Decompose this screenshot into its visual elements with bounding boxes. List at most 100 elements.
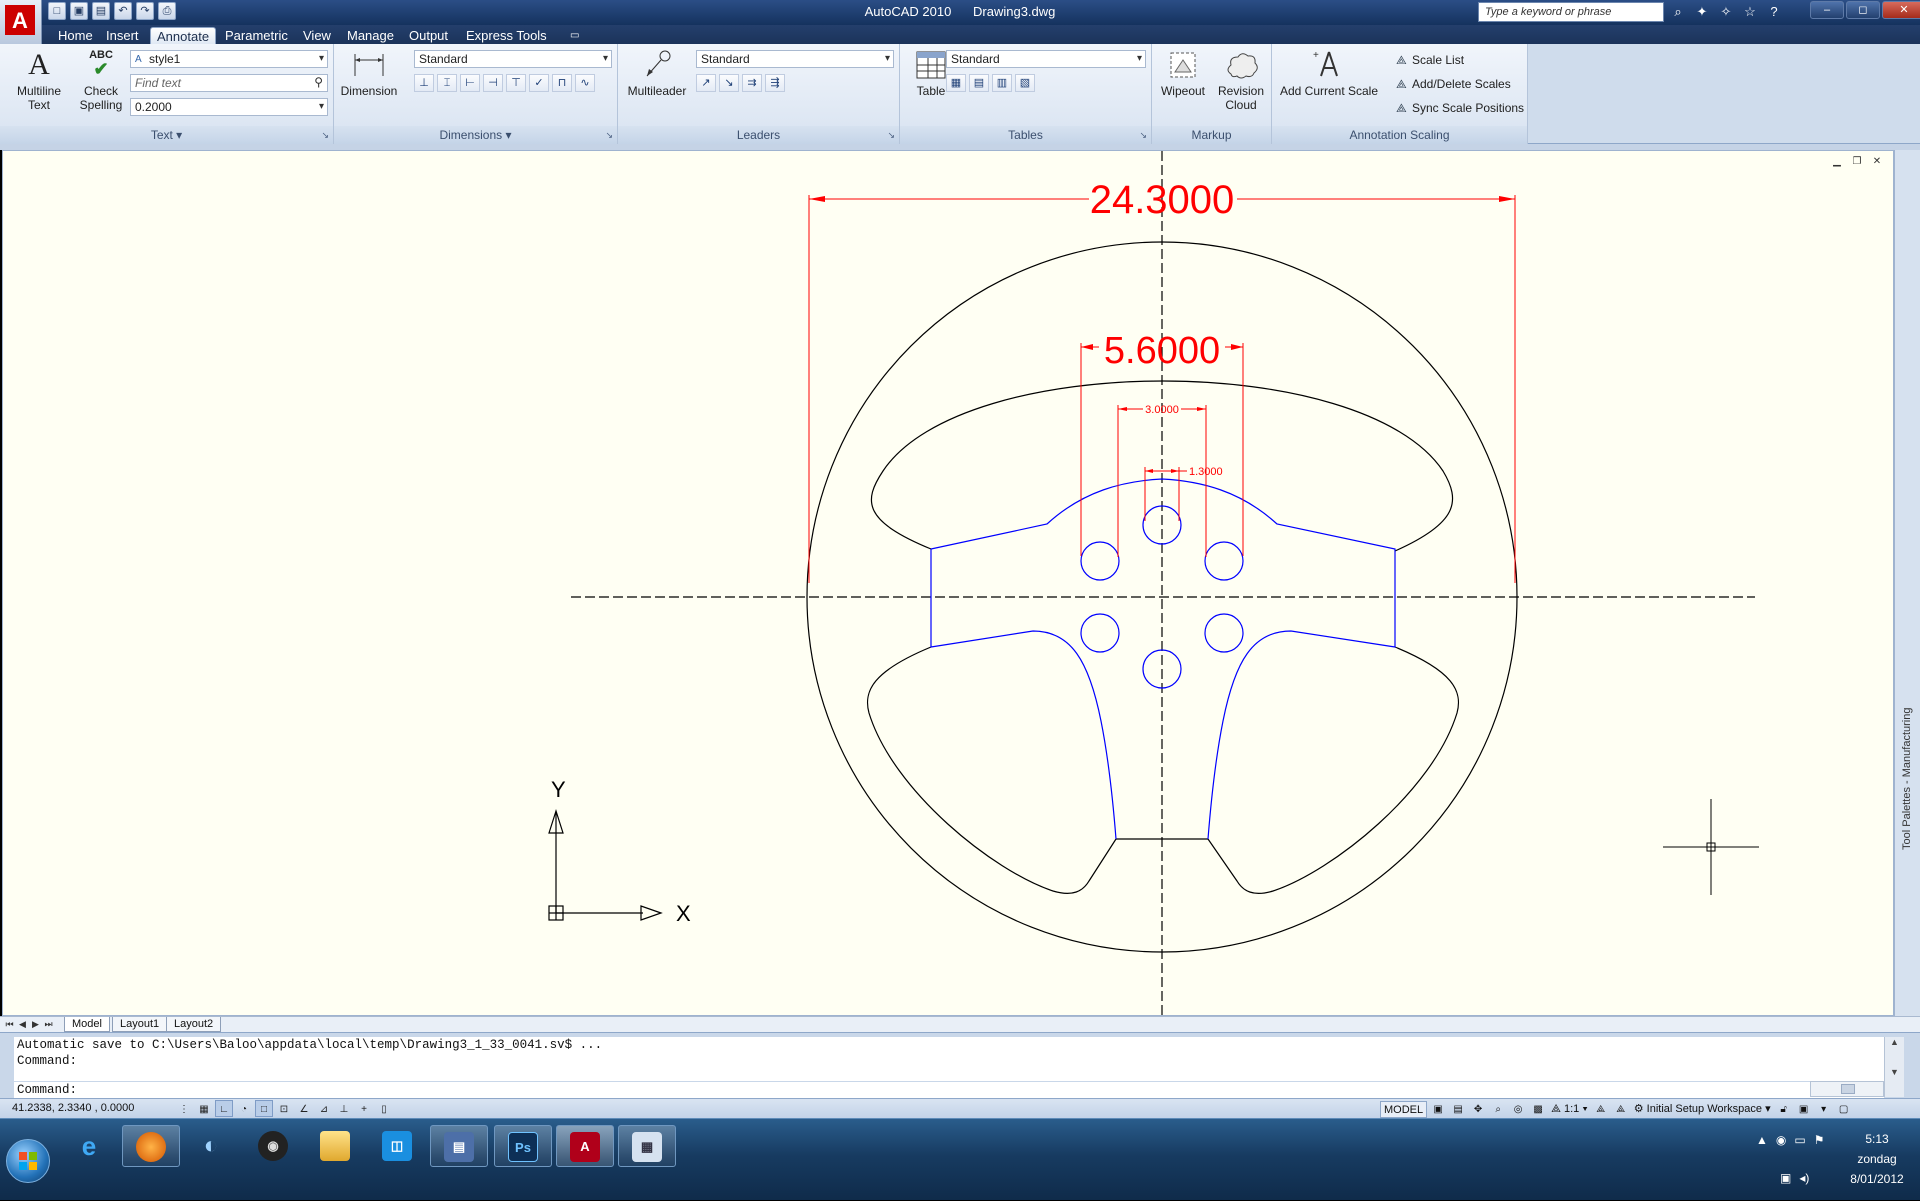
multileader-button[interactable]: Multileader (624, 48, 690, 124)
close-button[interactable]: ✕ (1882, 1, 1920, 19)
help-icon[interactable]: ? (1764, 2, 1784, 22)
align-leader-icon[interactable]: ⇉ (742, 74, 762, 92)
tab-view[interactable]: View (297, 27, 337, 44)
dim-inspect-icon[interactable]: ⌶ (437, 74, 457, 92)
dim-override-icon[interactable]: ⊓ (552, 74, 572, 92)
dimension-style-combo[interactable]: Standard (414, 50, 612, 68)
remove-leader-icon[interactable]: ↘ (719, 74, 739, 92)
volume-icon[interactable]: ◂) (1799, 1171, 1809, 1185)
tab-home[interactable]: Home (52, 27, 99, 44)
tray-app-icon[interactable]: ◉ (1776, 1133, 1786, 1147)
polar-tracking-icon[interactable]: ◔ (235, 1100, 253, 1117)
collect-leader-icon[interactable]: ⇶ (765, 74, 785, 92)
annotation-scale-combo[interactable]: ⟁ 1:1 ▾ (1549, 1101, 1590, 1118)
dim-update-icon[interactable]: ✓ (529, 74, 549, 92)
download-data-icon[interactable]: ▥ (992, 74, 1012, 92)
clock[interactable]: 5:13 zondag 8/01/2012 (1834, 1129, 1920, 1189)
snap-mode-icon[interactable]: ⋮ (175, 1100, 193, 1117)
object-snap-icon[interactable]: □ (255, 1100, 273, 1117)
dialog-launcher-icon[interactable]: ↘ (321, 126, 329, 144)
application-menu-button[interactable] (0, 0, 42, 44)
drawing-canvas[interactable]: 24.3000 5.6000 3.0000 1.3000 Y X (2, 150, 1894, 1016)
taskbar-steam[interactable]: ◉ (244, 1125, 302, 1167)
quick-view-drawings-icon[interactable]: ▤ (1449, 1101, 1467, 1118)
command-vscrollbar[interactable]: ▲ ▼ (1884, 1037, 1904, 1097)
favorites-icon[interactable]: ☆ (1740, 2, 1760, 22)
dialog-launcher-icon[interactable]: ↘ (887, 126, 895, 144)
add-leader-icon[interactable]: ↗ (696, 74, 716, 92)
wipeout-button[interactable]: Wipeout (1152, 48, 1214, 124)
grid-display-icon[interactable]: ▦ (195, 1100, 213, 1117)
dynamic-ucs-icon[interactable]: ⊿ (315, 1100, 333, 1117)
leaders-panel-title[interactable]: Leaders ↘ (618, 126, 899, 144)
drawing-minimize-icon[interactable]: ▁ (1830, 156, 1844, 168)
drawing-close-icon[interactable]: ✕ (1870, 156, 1884, 168)
communication-icon[interactable]: ✧ (1716, 2, 1736, 22)
quick-properties-icon[interactable]: ▯ (375, 1100, 393, 1117)
action-center-icon[interactable]: ⚑ (1814, 1133, 1825, 1147)
hardware-acceleration-icon[interactable]: ▣ (1795, 1101, 1813, 1118)
status-menu-icon[interactable]: ▾ (1815, 1101, 1833, 1118)
multileader-style-combo[interactable]: Standard (696, 50, 894, 68)
add-delete-scales-button[interactable]: ⟁ Add/Delete Scales (1396, 74, 1511, 94)
ortho-mode-icon[interactable]: ∟ (215, 1100, 233, 1117)
tab-layout2[interactable]: Layout2 (166, 1017, 222, 1032)
3d-object-snap-icon[interactable]: ⊡ (275, 1100, 293, 1117)
multiline-text-button[interactable]: A Multiline Text (8, 48, 70, 124)
model-space-button[interactable]: MODEL (1380, 1100, 1428, 1118)
tab-manage[interactable]: Manage (341, 27, 400, 44)
sync-scale-positions-button[interactable]: ⟁ Sync Scale Positions (1396, 98, 1524, 118)
tab-parametric[interactable]: Parametric (219, 27, 294, 44)
coordinate-readout[interactable]: 41.2338, 2.3340 , 0.0000 (12, 1102, 134, 1114)
text-height-combo[interactable]: 0.2000 (130, 98, 328, 116)
lineweight-icon[interactable]: + (355, 1100, 373, 1117)
first-layout-icon[interactable]: ⏮ (4, 1018, 15, 1031)
scale-list-button[interactable]: ⟁ Scale List (1396, 50, 1464, 70)
taskbar-internet-explorer[interactable]: e (60, 1125, 118, 1167)
prev-layout-icon[interactable]: ◀ (17, 1018, 28, 1031)
taskbar-autocad[interactable]: A (556, 1125, 614, 1167)
binoculars-icon[interactable]: ⌕ (1668, 2, 1688, 22)
dim-jog-icon[interactable]: ∿ (575, 74, 595, 92)
dialog-launcher-icon[interactable]: ↘ (605, 126, 613, 144)
taskbar-blue-app[interactable]: ◫ (368, 1125, 426, 1167)
tab-model[interactable]: Model (64, 1017, 110, 1032)
annotation-visibility-icon[interactable]: ⟁ (1592, 1101, 1610, 1118)
minimize-button[interactable]: – (1810, 1, 1844, 19)
showmotion-icon[interactable]: ▩ (1529, 1101, 1547, 1118)
show-hidden-icons-icon[interactable]: ▲ (1756, 1133, 1768, 1147)
table-style-combo[interactable]: Standard (946, 50, 1146, 68)
link-data-icon[interactable]: ▤ (969, 74, 989, 92)
dim-continue-icon[interactable]: ⊢ (460, 74, 480, 92)
taskbar-calculator[interactable]: ▦ (618, 1125, 676, 1167)
text-style-combo[interactable]: Astyle1 (130, 50, 328, 68)
lock-icon[interactable]: 🔓︎ (1775, 1101, 1793, 1118)
check-spelling-button[interactable]: ABC ✔ Check Spelling (70, 48, 132, 124)
dim-space-icon[interactable]: ⊤ (506, 74, 526, 92)
annotation-scaling-panel-title[interactable]: Annotation Scaling (1272, 126, 1527, 144)
zoom-icon[interactable]: ⌕ (1489, 1101, 1507, 1118)
markup-panel-title[interactable]: Markup (1152, 126, 1271, 144)
last-layout-icon[interactable]: ⏭ (43, 1018, 54, 1031)
add-current-scale-button[interactable]: + Add Current Scale (1274, 48, 1384, 124)
text-panel-title[interactable]: Text ▾ ↘ (0, 126, 333, 144)
tab-output[interactable]: Output (403, 27, 454, 44)
find-replace-icon[interactable]: ⚲ (314, 75, 323, 90)
ribbon-minimize-icon[interactable]: ▭ (564, 27, 585, 44)
tab-layout1[interactable]: Layout1 (112, 1017, 168, 1032)
revision-cloud-button[interactable]: Revision Cloud (1210, 48, 1272, 124)
tool-palettes-strip[interactable]: Tool Palettes - Manufacturing (1894, 150, 1920, 1016)
taskbar-explorer[interactable] (306, 1125, 364, 1167)
dimensions-panel-title[interactable]: Dimensions ▾ ↘ (334, 126, 617, 144)
object-snap-tracking-icon[interactable]: ∠ (295, 1100, 313, 1117)
search-input[interactable]: Type a keyword or phrase (1478, 2, 1664, 22)
dim-baseline-icon[interactable]: ⊣ (483, 74, 503, 92)
next-layout-icon[interactable]: ▶ (30, 1018, 41, 1031)
workspace-switch[interactable]: ⚙ Initial Setup Workspace ▾ (1632, 1101, 1773, 1118)
tray-monitor-icon[interactable]: ▭ (1794, 1133, 1805, 1147)
clean-screen-icon[interactable]: ▢ (1835, 1101, 1853, 1118)
tables-panel-title[interactable]: Tables ↘ (900, 126, 1151, 144)
command-input[interactable]: Command: (14, 1082, 1884, 1098)
find-text-input[interactable]: Find text ⚲ (130, 74, 328, 92)
dialog-launcher-icon[interactable]: ↘ (1139, 126, 1147, 144)
